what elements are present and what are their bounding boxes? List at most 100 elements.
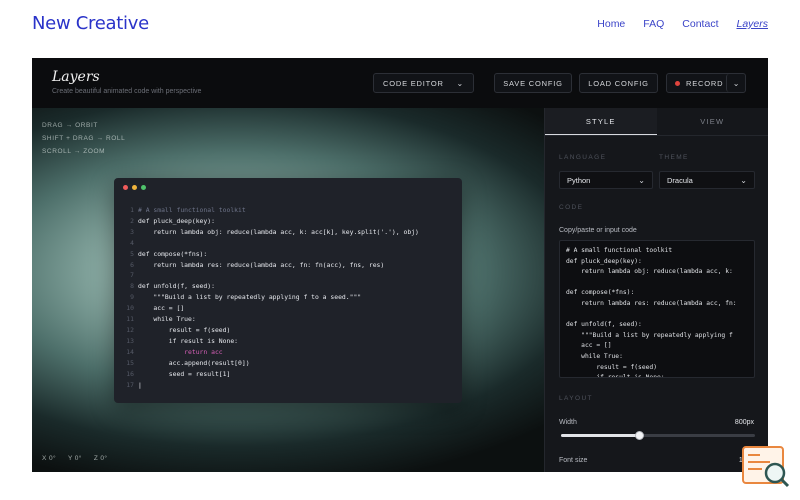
record-label: RECORD <box>686 78 724 88</box>
line-number: 15 <box>126 358 134 367</box>
chevron-down-icon: ⌄ <box>732 78 741 88</box>
sidebar-tabs: STYLE VIEW <box>545 108 768 136</box>
site-nav: Home FAQ Contact Layers <box>597 18 768 30</box>
rotation-readout: X 0° Y 0° Z 0° <box>42 455 107 462</box>
record-options-button[interactable]: ⌄ <box>726 74 746 92</box>
record-dot-icon <box>675 80 680 86</box>
chevron-down-icon: ⌄ <box>638 175 645 185</box>
line-number: 1 <box>130 206 134 214</box>
code-text: """Build a list by repeatedly applying f… <box>138 293 362 302</box>
coord-z: Z 0° <box>93 455 108 462</box>
code-text: return lambda obj: reduce(lambda acc, k:… <box>138 227 419 236</box>
code-section-label: CODE <box>559 204 584 211</box>
line-number: 13 <box>126 336 134 345</box>
line-number: 4 <box>130 238 134 247</box>
code-line: 6 return lambda res: reduce(lambda acc, … <box>114 260 419 271</box>
line-number: 7 <box>130 271 134 280</box>
code-line: 2 def pluck_deep(key): <box>114 216 419 227</box>
code-text: def unfold(f, seed): <box>138 282 215 291</box>
code-text: acc.append(result[0]) <box>138 358 250 367</box>
mode-select-value: CODE EDITOR <box>383 78 444 88</box>
maximize-dot-icon <box>141 185 146 190</box>
hint-orbit: DRAG → ORBIT <box>42 122 98 129</box>
code-text: def compose(*fns): <box>138 249 208 258</box>
chevron-down-icon: ⌄ <box>456 78 464 88</box>
code-text: return lambda res: reduce(lambda acc, fn… <box>138 260 385 269</box>
code-line: 16 seed = result[1] <box>114 369 419 380</box>
nav-layers[interactable]: Layers <box>736 18 768 30</box>
code-line: 5 def compose(*fns): <box>114 249 419 260</box>
preview-canvas[interactable]: DRAG → ORBIT SHIFT + DRAG → ROLL SCROLL … <box>32 108 544 472</box>
code-line: 13 if result is None: <box>114 336 419 347</box>
tab-style[interactable]: STYLE <box>545 108 657 135</box>
line-number: 5 <box>130 249 134 258</box>
app-subtitle: Create beautiful animated code with pers… <box>52 88 202 95</box>
code-text: while True: <box>138 315 196 324</box>
code-line: 10 acc = [] <box>114 303 419 314</box>
coord-x: X 0° <box>42 455 56 462</box>
save-config-button[interactable]: SAVE CONFIG <box>494 73 572 93</box>
code-line: 12 result = f(seed) <box>114 325 419 336</box>
window-controls <box>123 185 146 190</box>
width-slider[interactable] <box>561 431 755 440</box>
code-text: acc = [] <box>138 304 185 313</box>
line-number: 9 <box>130 293 134 302</box>
code-line: 15 acc.append(result[0]) <box>114 358 419 369</box>
layout-section-label: LAYOUT <box>559 395 593 402</box>
site-header: New Creative Home FAQ Contact Layers <box>0 0 800 52</box>
width-slider-fill <box>561 434 639 437</box>
code-line: 3 return lambda obj: reduce(lambda acc, … <box>114 227 419 238</box>
code-line: 8 def unfold(f, seed): <box>114 281 419 292</box>
code-textarea[interactable]: # A small functional toolkit def pluck_d… <box>559 240 755 378</box>
width-slider-thumb[interactable] <box>634 431 644 440</box>
line-number: 11 <box>126 315 134 324</box>
width-label: Width <box>559 419 577 426</box>
code-line: 9 """Build a list by repeatedly applying… <box>114 292 419 303</box>
theme-label: THEME <box>659 154 689 161</box>
code-text: result = f(seed) <box>138 325 231 334</box>
code-line: 11 while True: <box>114 314 419 325</box>
code-field-label: Copy/paste or input code <box>559 227 637 234</box>
app-title: Layers <box>52 69 100 85</box>
line-number: 6 <box>130 260 134 269</box>
code-line: 17 | <box>114 380 419 391</box>
chevron-down-icon: ⌄ <box>740 175 747 185</box>
line-number: 3 <box>130 227 134 236</box>
code-text: seed = result[1] <box>138 369 231 378</box>
code-text: if result is None: <box>138 336 239 345</box>
nav-contact[interactable]: Contact <box>682 18 718 30</box>
line-number: 17 <box>126 380 134 389</box>
width-value: 800px <box>734 419 754 426</box>
code-line: 1 # A small functional toolkit <box>114 205 419 216</box>
line-number: 16 <box>126 369 134 378</box>
line-number: 8 <box>130 282 134 291</box>
nav-faq[interactable]: FAQ <box>643 18 664 30</box>
mode-select[interactable]: CODE EDITOR ⌄ <box>373 73 474 93</box>
code-window[interactable]: 1 # A small functional toolkit 2 def pluck_… <box>114 178 462 403</box>
close-dot-icon <box>123 185 128 190</box>
nav-home[interactable]: Home <box>597 18 625 30</box>
theme-value: Dracula <box>667 175 693 185</box>
language-label: LANGUAGE <box>559 154 607 161</box>
language-value: Python <box>567 175 591 185</box>
line-number: 14 <box>126 347 134 356</box>
layers-app: Layers Create beautiful animated code wi… <box>32 58 768 472</box>
hint-zoom: SCROLL → ZOOM <box>42 148 106 155</box>
settings-sidebar: STYLE VIEW LANGUAGE THEME Python ⌄ Dracu… <box>544 108 768 472</box>
code-line: 7 <box>114 270 419 281</box>
code-line: 14 return acc <box>114 347 419 358</box>
brand-logo[interactable]: New Creative <box>32 13 149 34</box>
line-number: 10 <box>126 304 134 313</box>
font-size-label: Font size <box>559 457 588 464</box>
hint-roll: SHIFT + DRAG → ROLL <box>42 135 126 142</box>
line-number: 12 <box>126 325 134 334</box>
load-config-button[interactable]: LOAD CONFIG <box>579 73 658 93</box>
canvas-hints: DRAG → ORBIT SHIFT + DRAG → ROLL SCROLL … <box>42 119 125 158</box>
code-lines: 1 # A small functional toolkit 2 def pluck_… <box>114 205 419 390</box>
code-text: # A small functional toolkit <box>138 206 246 214</box>
language-select[interactable]: Python ⌄ <box>559 171 653 189</box>
help-search-icon[interactable] <box>742 446 792 490</box>
code-line: 4 <box>114 238 419 249</box>
tab-view[interactable]: VIEW <box>657 108 769 135</box>
theme-select[interactable]: Dracula ⌄ <box>659 171 755 189</box>
